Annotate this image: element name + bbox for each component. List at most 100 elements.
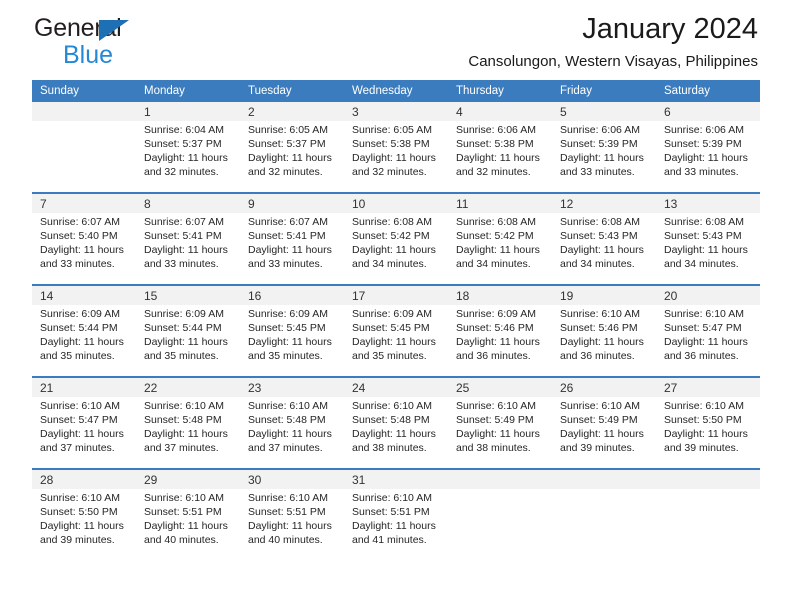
sunrise-text: Sunrise: 6:09 AM xyxy=(40,308,120,320)
sunrise-text: Sunrise: 6:09 AM xyxy=(248,308,328,320)
sunset-text: Sunset: 5:46 PM xyxy=(456,322,534,334)
week-2-daynumbers: 7 8 9 10 11 12 13 xyxy=(32,192,760,213)
sunset-text: Sunset: 5:40 PM xyxy=(40,230,118,242)
weekday-header-row: Sunday Monday Tuesday Wednesday Thursday… xyxy=(32,80,760,102)
day-number: 27 xyxy=(656,376,760,397)
sunset-text: Sunset: 5:46 PM xyxy=(560,322,638,334)
logo-line-1: General xyxy=(34,16,234,43)
logo-triangle-icon xyxy=(99,20,129,41)
sunset-text: Sunset: 5:43 PM xyxy=(560,230,638,242)
day-number: 15 xyxy=(136,284,240,305)
daylight-text: Daylight: 11 hours and 32 minutes. xyxy=(456,152,540,178)
day-cell: Sunrise: 6:10 AM Sunset: 5:48 PM Dayligh… xyxy=(136,397,240,469)
sunrise-text: Sunrise: 6:05 AM xyxy=(352,124,432,136)
sunrise-text: Sunrise: 6:07 AM xyxy=(248,216,328,228)
day-cell: Sunrise: 6:10 AM Sunset: 5:50 PM Dayligh… xyxy=(32,489,136,561)
sunset-text: Sunset: 5:48 PM xyxy=(352,414,430,426)
day-number: 19 xyxy=(552,284,656,305)
day-cell: Sunrise: 6:06 AM Sunset: 5:38 PM Dayligh… xyxy=(448,121,552,193)
day-cell: Sunrise: 6:10 AM Sunset: 5:51 PM Dayligh… xyxy=(240,489,344,561)
day-number: 20 xyxy=(656,284,760,305)
daylight-text: Daylight: 11 hours and 37 minutes. xyxy=(40,428,124,454)
day-number: 3 xyxy=(344,102,448,121)
day-number: 17 xyxy=(344,284,448,305)
day-number: 6 xyxy=(656,102,760,121)
day-number: 22 xyxy=(136,376,240,397)
sunset-text: Sunset: 5:48 PM xyxy=(144,414,222,426)
sunrise-text: Sunrise: 6:10 AM xyxy=(352,492,432,504)
daylight-text: Daylight: 11 hours and 34 minutes. xyxy=(664,244,748,270)
page-title: January 2024 xyxy=(582,13,758,45)
sunrise-text: Sunrise: 6:10 AM xyxy=(248,400,328,412)
day-number: 13 xyxy=(656,192,760,213)
weekday-header-tuesday: Tuesday xyxy=(240,80,344,102)
day-cell xyxy=(552,489,656,561)
day-cell: Sunrise: 6:09 AM Sunset: 5:45 PM Dayligh… xyxy=(344,305,448,377)
daylight-text: Daylight: 11 hours and 36 minutes. xyxy=(664,336,748,362)
sunrise-text: Sunrise: 6:07 AM xyxy=(40,216,120,228)
sunset-text: Sunset: 5:47 PM xyxy=(40,414,118,426)
weekday-header-thursday: Thursday xyxy=(448,80,552,102)
day-number xyxy=(32,102,136,121)
daylight-text: Daylight: 11 hours and 34 minutes. xyxy=(456,244,540,270)
daylight-text: Daylight: 11 hours and 39 minutes. xyxy=(40,520,124,546)
day-cell: Sunrise: 6:10 AM Sunset: 5:49 PM Dayligh… xyxy=(552,397,656,469)
sunrise-text: Sunrise: 6:06 AM xyxy=(456,124,536,136)
sunrise-text: Sunrise: 6:10 AM xyxy=(560,400,640,412)
sunrise-text: Sunrise: 6:10 AM xyxy=(144,400,224,412)
weekday-header-friday: Friday xyxy=(552,80,656,102)
day-number: 26 xyxy=(552,376,656,397)
weekday-header-monday: Monday xyxy=(136,80,240,102)
day-cell: Sunrise: 6:07 AM Sunset: 5:41 PM Dayligh… xyxy=(240,213,344,285)
daylight-text: Daylight: 11 hours and 40 minutes. xyxy=(248,520,332,546)
day-number xyxy=(448,468,552,489)
sunset-text: Sunset: 5:39 PM xyxy=(560,138,638,150)
week-2-details: Sunrise: 6:07 AM Sunset: 5:40 PM Dayligh… xyxy=(32,213,760,285)
daylight-text: Daylight: 11 hours and 35 minutes. xyxy=(248,336,332,362)
day-number: 25 xyxy=(448,376,552,397)
sunset-text: Sunset: 5:48 PM xyxy=(248,414,326,426)
page-header: General Blue January 2024 Cansolungon, W… xyxy=(32,0,760,80)
sunrise-text: Sunrise: 6:10 AM xyxy=(664,308,744,320)
sunrise-text: Sunrise: 6:10 AM xyxy=(248,492,328,504)
day-cell xyxy=(32,121,136,193)
day-cell: Sunrise: 6:10 AM Sunset: 5:46 PM Dayligh… xyxy=(552,305,656,377)
day-cell: Sunrise: 6:10 AM Sunset: 5:48 PM Dayligh… xyxy=(240,397,344,469)
sunrise-text: Sunrise: 6:09 AM xyxy=(144,308,224,320)
day-cell: Sunrise: 6:09 AM Sunset: 5:44 PM Dayligh… xyxy=(136,305,240,377)
week-1-daynumbers: 1 2 3 4 5 6 xyxy=(32,102,760,121)
daylight-text: Daylight: 11 hours and 35 minutes. xyxy=(40,336,124,362)
sunrise-text: Sunrise: 6:10 AM xyxy=(456,400,536,412)
logo-text-blue: Blue xyxy=(63,41,114,69)
weekday-header-sunday: Sunday xyxy=(32,80,136,102)
daylight-text: Daylight: 11 hours and 39 minutes. xyxy=(664,428,748,454)
sunrise-text: Sunrise: 6:05 AM xyxy=(248,124,328,136)
location-subtitle: Cansolungon, Western Visayas, Philippine… xyxy=(468,53,758,70)
day-cell: Sunrise: 6:10 AM Sunset: 5:49 PM Dayligh… xyxy=(448,397,552,469)
daylight-text: Daylight: 11 hours and 37 minutes. xyxy=(144,428,228,454)
sunset-text: Sunset: 5:37 PM xyxy=(248,138,326,150)
day-number: 12 xyxy=(552,192,656,213)
day-cell: Sunrise: 6:10 AM Sunset: 5:50 PM Dayligh… xyxy=(656,397,760,469)
sunset-text: Sunset: 5:38 PM xyxy=(456,138,534,150)
day-number: 4 xyxy=(448,102,552,121)
day-number: 1 xyxy=(136,102,240,121)
day-number: 28 xyxy=(32,468,136,489)
daylight-text: Daylight: 11 hours and 33 minutes. xyxy=(144,244,228,270)
day-number: 2 xyxy=(240,102,344,121)
sunrise-text: Sunrise: 6:10 AM xyxy=(40,400,120,412)
sunset-text: Sunset: 5:50 PM xyxy=(40,506,118,518)
sunrise-text: Sunrise: 6:09 AM xyxy=(456,308,536,320)
day-number xyxy=(656,468,760,489)
day-number: 29 xyxy=(136,468,240,489)
day-cell xyxy=(656,489,760,561)
sunset-text: Sunset: 5:41 PM xyxy=(248,230,326,242)
sunrise-text: Sunrise: 6:08 AM xyxy=(352,216,432,228)
generalblue-logo: General Blue xyxy=(34,16,234,70)
sunset-text: Sunset: 5:45 PM xyxy=(248,322,326,334)
day-cell: Sunrise: 6:08 AM Sunset: 5:42 PM Dayligh… xyxy=(344,213,448,285)
week-1-details: Sunrise: 6:04 AM Sunset: 5:37 PM Dayligh… xyxy=(32,121,760,193)
sunrise-sunset-calendar: Sunday Monday Tuesday Wednesday Thursday… xyxy=(32,80,760,561)
day-number xyxy=(552,468,656,489)
daylight-text: Daylight: 11 hours and 33 minutes. xyxy=(664,152,748,178)
